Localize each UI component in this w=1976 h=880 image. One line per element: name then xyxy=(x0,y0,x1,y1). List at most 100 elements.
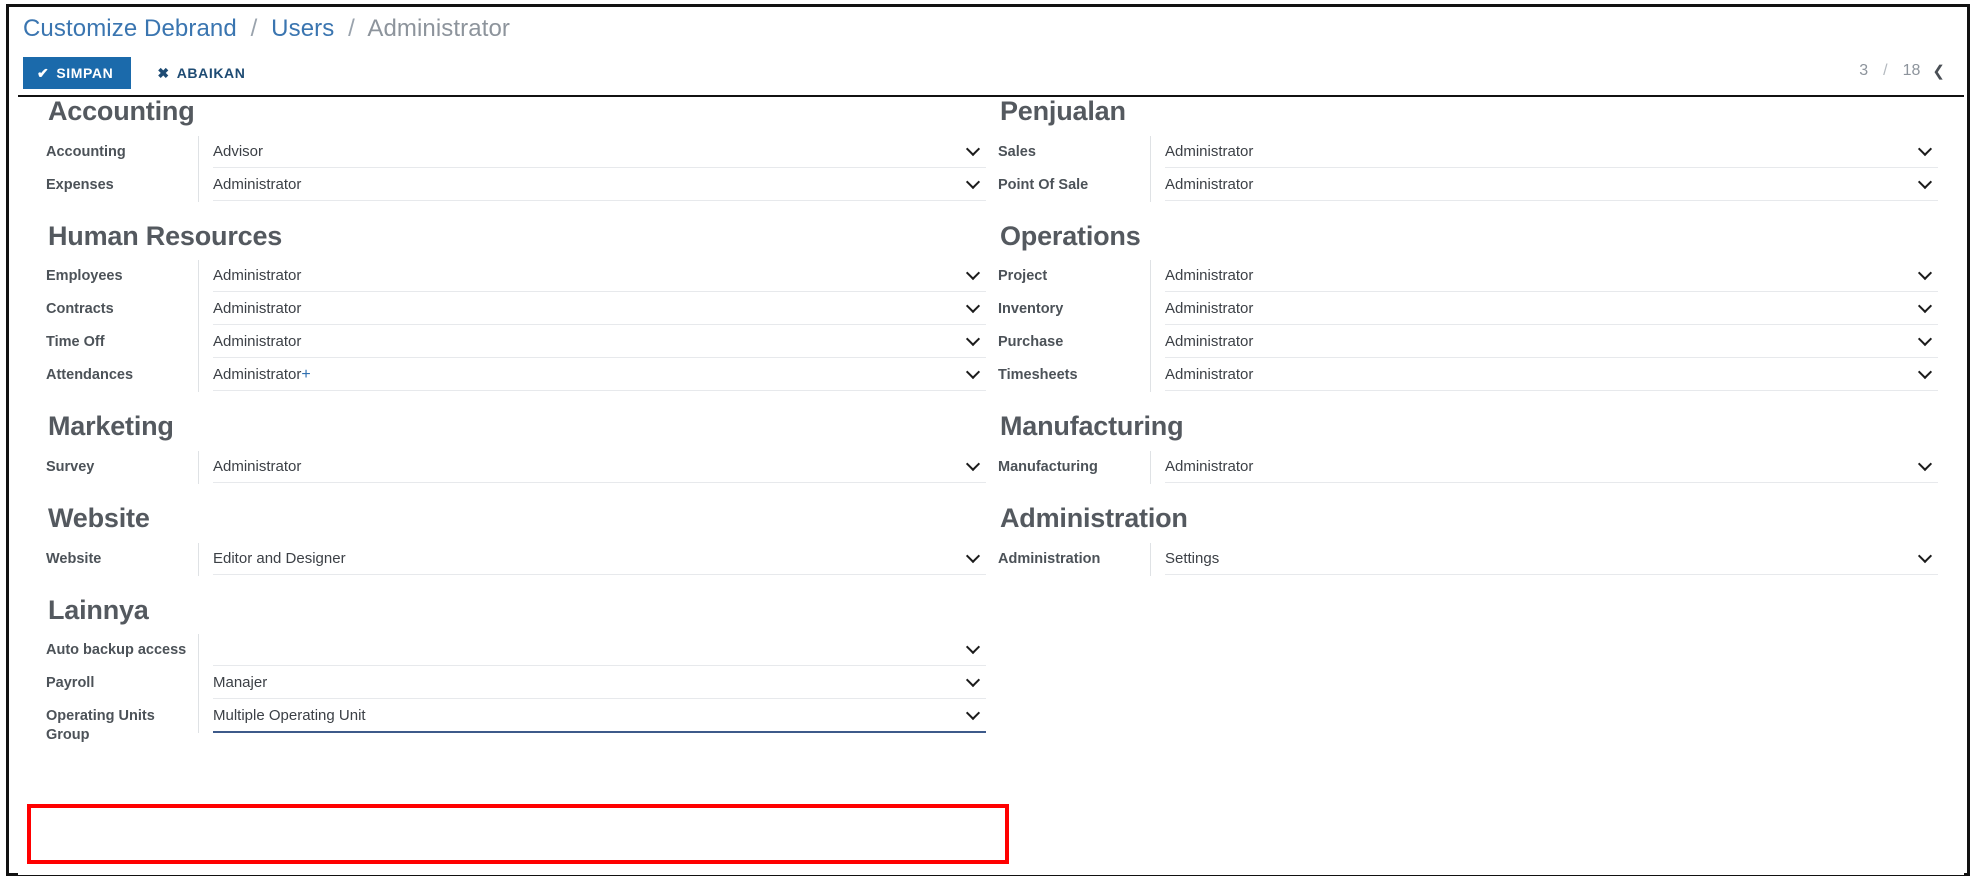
form-group-marketing: Marketing Survey Administrator xyxy=(46,412,986,485)
select-value: Administrator xyxy=(213,333,302,351)
field-label: Payroll xyxy=(46,675,95,692)
field-label: Operating Units Group xyxy=(46,708,155,744)
field-cell: Editor and Designer xyxy=(198,542,986,576)
pager-current: 3 xyxy=(1859,62,1869,79)
form-row-inventory: Inventory Administrator xyxy=(998,293,1938,327)
select-expenses[interactable]: Administrator xyxy=(213,171,986,201)
field-label: Contracts xyxy=(46,301,114,318)
check-icon: ✔ xyxy=(37,65,50,81)
select-attendances[interactable]: Administrator+ xyxy=(213,361,986,392)
select-timesheets[interactable]: Administrator xyxy=(1165,361,1938,392)
field-label: Website xyxy=(46,550,102,567)
chevron-down-icon[interactable] xyxy=(1920,177,1932,189)
form-group-manufacturing: Manufacturing Manufacturing Administrator xyxy=(998,411,1938,485)
form-sheet: Accounting Accounting Advisor Expenses Admin… xyxy=(18,95,1964,875)
form-column-left: Accounting Accounting Advisor Expenses Admin… xyxy=(46,97,986,765)
chevron-down-icon[interactable] xyxy=(968,367,980,379)
form-column-right: Penjualan Sales Administrator Point Of Sale… xyxy=(998,97,1938,596)
group-title: Accounting xyxy=(48,96,195,126)
select-payroll[interactable]: Manajer xyxy=(213,669,986,700)
form-row-timesheets: Timesheets Administrator xyxy=(998,359,1938,393)
chevron-down-icon[interactable] xyxy=(1920,551,1932,563)
field-cell: Administrator xyxy=(1150,168,1938,202)
breadcrumb-item-current: Administrator xyxy=(367,15,511,42)
select-auto-backup-access[interactable] xyxy=(213,636,986,667)
group-title: Operations xyxy=(1000,220,1141,251)
form-group-website: Website Website Editor and Designer xyxy=(46,503,986,576)
select-operating-units-group[interactable]: Multiple Operating Unit xyxy=(213,702,986,734)
form-row-manufacturing: Manufacturing Administrator xyxy=(998,451,1938,485)
chevron-down-icon[interactable] xyxy=(1920,301,1932,313)
field-label: Inventory xyxy=(998,301,1064,318)
breadcrumb-item-customize-debrand[interactable]: Customize Debrand xyxy=(23,15,237,42)
select-purchase[interactable]: Administrator xyxy=(1165,328,1938,359)
select-contracts[interactable]: Administrator xyxy=(213,295,986,326)
group-title: Website xyxy=(48,503,150,534)
chevron-down-icon[interactable] xyxy=(1920,268,1932,280)
group-title: Manufacturing xyxy=(1000,411,1184,442)
field-label: Survey xyxy=(46,459,95,476)
field-label: Employees xyxy=(46,268,123,285)
form-group-lainnya: Lainnya Auto backup access Payroll Manajer… xyxy=(46,595,986,746)
save-button[interactable]: ✔ SIMPAN xyxy=(23,57,132,89)
form-row-operating-units-group: Operating Units Group Multiple Operating … xyxy=(46,700,986,745)
chevron-down-icon[interactable] xyxy=(968,459,980,471)
chevron-down-icon[interactable] xyxy=(1920,367,1932,379)
chevron-down-icon[interactable] xyxy=(968,334,980,346)
pager-separator: / xyxy=(1883,62,1888,79)
field-cell: Administrator xyxy=(198,260,986,294)
form-row-payroll: Payroll Manajer xyxy=(46,667,986,701)
field-label: Accounting xyxy=(46,143,126,160)
chevron-down-icon[interactable] xyxy=(968,708,980,720)
select-website[interactable]: Editor and Designer xyxy=(213,545,986,575)
select-value: Settings xyxy=(1165,549,1220,567)
field-cell: Administrator xyxy=(1150,326,1938,360)
discard-button[interactable]: ✖ ABAIKAN xyxy=(143,57,259,89)
form-group-penjualan: Penjualan Sales Administrator Point Of Sale… xyxy=(998,97,1938,202)
select-project[interactable]: Administrator xyxy=(1165,262,1938,293)
chevron-down-icon[interactable] xyxy=(968,177,980,189)
select-value: Editor and Designer xyxy=(213,549,346,567)
form-group-accounting: Accounting Accounting Advisor Expenses Admin… xyxy=(46,97,986,202)
select-administration[interactable]: Settings xyxy=(1165,545,1938,575)
select-point-of-sale[interactable]: Administrator xyxy=(1165,171,1938,201)
select-value: Administrator xyxy=(213,267,302,285)
select-value: Administrator xyxy=(213,366,302,384)
chevron-down-icon[interactable] xyxy=(968,301,980,313)
window-frame: Customize Debrand / Users / Administrato… xyxy=(6,4,1970,876)
form-row-administration: Administration Settings xyxy=(998,542,1938,576)
field-cell: Administrator xyxy=(1150,293,1938,327)
select-time-off[interactable]: Administrator xyxy=(213,328,986,359)
field-label: Auto backup access xyxy=(46,642,187,659)
form-group-human-resources: Human Resources Employees Administrator Con… xyxy=(46,221,986,393)
form-row-expenses: Expenses Administrator xyxy=(46,168,986,202)
chevron-down-icon[interactable] xyxy=(1920,144,1932,156)
chevron-down-icon[interactable] xyxy=(968,642,980,654)
select-accounting[interactable]: Advisor xyxy=(213,138,986,168)
select-value: Administrator xyxy=(1165,142,1254,160)
select-manufacturing[interactable]: Administrator xyxy=(1165,453,1938,484)
breadcrumb-item-users[interactable]: Users xyxy=(271,15,334,42)
form-group-administration: Administration Administration Settings xyxy=(998,503,1938,576)
field-cell: Administrator xyxy=(198,326,986,360)
form-group-operations: Operations Project Administrator Inventory A… xyxy=(998,220,1938,393)
select-employees[interactable]: Administrator xyxy=(213,262,986,293)
chevron-down-icon[interactable] xyxy=(968,144,980,156)
form-row-project: Project Administrator xyxy=(998,260,1938,294)
chevron-down-icon[interactable] xyxy=(968,268,980,280)
save-button-label: SIMPAN xyxy=(56,65,114,81)
form-row-survey: Survey Administrator xyxy=(46,451,986,485)
select-sales[interactable]: Administrator xyxy=(1165,138,1938,168)
chevron-left-icon[interactable]: ❮ xyxy=(1932,64,1945,79)
discard-button-label: ABAIKAN xyxy=(176,65,246,81)
select-survey[interactable]: Administrator xyxy=(213,453,986,484)
chevron-down-icon[interactable] xyxy=(1920,459,1932,471)
chevron-down-icon[interactable] xyxy=(968,675,980,687)
select-inventory[interactable]: Administrator xyxy=(1165,295,1938,326)
chevron-down-icon[interactable] xyxy=(968,551,980,563)
chevron-down-icon[interactable] xyxy=(1920,334,1932,346)
add-more-indicator[interactable]: + xyxy=(301,366,310,383)
